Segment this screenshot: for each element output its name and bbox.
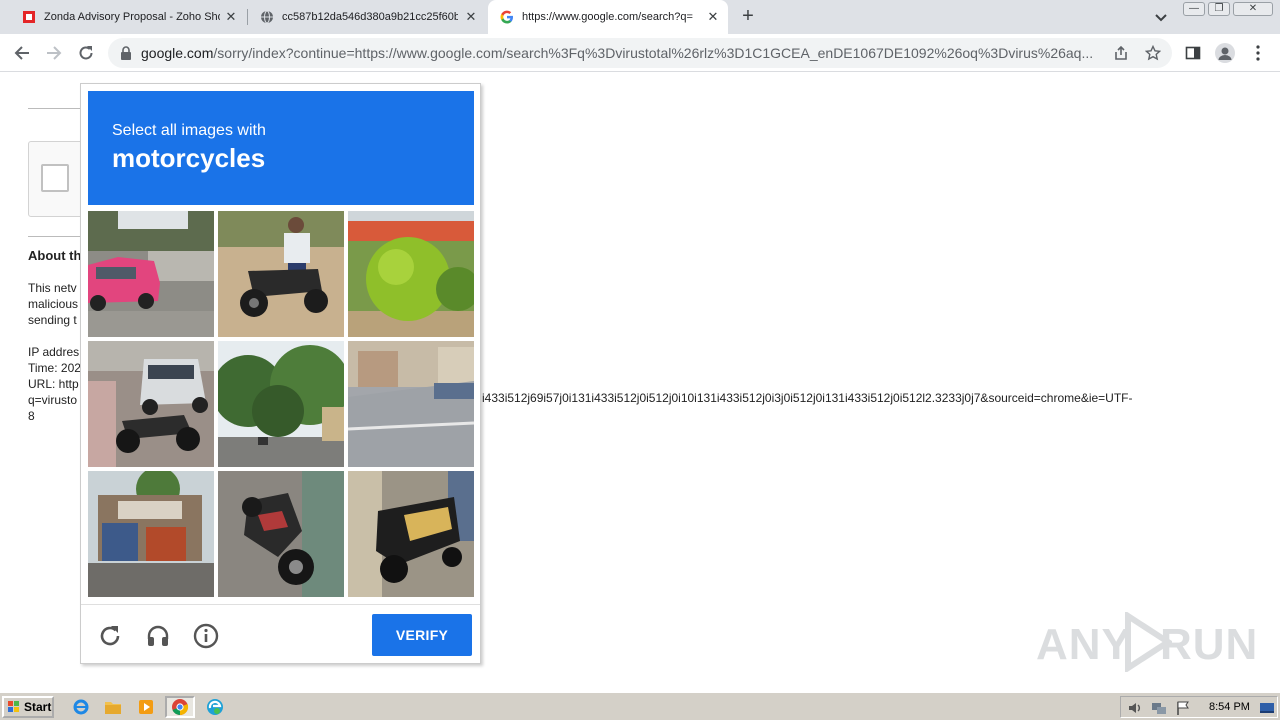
- divider: [28, 236, 80, 237]
- media-player-icon[interactable]: [135, 697, 157, 717]
- url-continuation: i433i512j69i57j0i131i433i512j0i512j0i10i…: [482, 391, 1133, 405]
- start-button[interactable]: Start: [2, 696, 54, 718]
- target-object: motorcycles: [112, 143, 266, 173]
- globe-icon: [260, 10, 274, 24]
- watermark-left: ANY: [1036, 620, 1132, 669]
- close-tab-icon[interactable]: ✕: [706, 10, 720, 24]
- headphones-icon[interactable]: [145, 623, 171, 649]
- file-explorer-icon[interactable]: [102, 697, 124, 717]
- menu-dots-icon[interactable]: [1248, 43, 1268, 63]
- internet-explorer-icon[interactable]: [70, 697, 92, 717]
- info-line: q=virusto: [28, 393, 78, 407]
- volume-icon[interactable]: [1127, 700, 1143, 716]
- challenge-header: Select all images with motorcycles: [88, 91, 474, 205]
- instruction-text: Select all images with: [112, 122, 266, 139]
- tab-title: https://www.google.com/search?q=: [522, 11, 693, 23]
- edge-icon[interactable]: [204, 697, 226, 717]
- tab-google-active[interactable]: https://www.google.com/search?q= ✕: [488, 0, 728, 34]
- info-line: Time: 202: [28, 361, 81, 375]
- forward-arrow-icon[interactable]: [44, 43, 64, 63]
- lock-icon[interactable]: [120, 46, 132, 60]
- chevron-down-icon[interactable]: [1153, 9, 1169, 25]
- recaptcha-checkbox[interactable]: [41, 164, 69, 192]
- clock: 8:54 PM: [1209, 701, 1250, 713]
- tab-zoho[interactable]: Zonda Advisory Proposal - Zoho Sho ✕: [0, 0, 246, 34]
- captcha-tile-2[interactable]: [218, 211, 344, 337]
- zoho-show-icon: [22, 10, 36, 24]
- show-desktop-icon[interactable]: [1259, 700, 1275, 716]
- captcha-tile-8[interactable]: [218, 471, 344, 597]
- network-icon[interactable]: [1151, 700, 1167, 716]
- captcha-tile-9[interactable]: [348, 471, 474, 597]
- captcha-tile-1[interactable]: [88, 211, 214, 337]
- windows-taskbar: Start 8:54 PM: [0, 692, 1280, 720]
- start-label: Start: [24, 700, 52, 714]
- minimize-button[interactable]: —: [1183, 2, 1205, 16]
- tab-title: cc587b12da546d380a9b21cc25f60b: [282, 11, 458, 23]
- anyrun-watermark: ANY RUN: [1036, 608, 1257, 674]
- tab-title: Zonda Advisory Proposal - Zoho Sho: [44, 11, 220, 23]
- tab-hash[interactable]: cc587b12da546d380a9b21cc25f60b ✕: [238, 0, 486, 34]
- reload-challenge-icon[interactable]: [97, 623, 123, 649]
- close-tab-icon[interactable]: ✕: [464, 10, 478, 24]
- verify-button[interactable]: VERIFY: [372, 614, 472, 656]
- about-heading: About th: [28, 248, 82, 263]
- close-tab-icon[interactable]: ✕: [224, 10, 238, 24]
- browser-toolbar: google.com/sorry/index?continue=https://…: [0, 34, 1280, 72]
- watermark-right: RUN: [1160, 620, 1259, 669]
- info-line: 8: [28, 409, 35, 423]
- google-g-icon: [500, 10, 514, 24]
- para-line: malicious: [28, 297, 79, 311]
- close-window-button[interactable]: ✕: [1233, 2, 1273, 16]
- recaptcha-challenge: Select all images with motorcycles VERIF…: [80, 83, 481, 664]
- recaptcha-checkbox-widget[interactable]: [28, 141, 88, 217]
- tab-strip: Zonda Advisory Proposal - Zoho Sho ✕ cc5…: [0, 0, 1280, 34]
- reload-icon[interactable]: [76, 43, 96, 63]
- para-line: sending t: [28, 313, 77, 327]
- image-grid: [88, 211, 474, 597]
- profile-avatar-icon[interactable]: [1215, 43, 1235, 63]
- captcha-tile-5[interactable]: [218, 341, 344, 467]
- captcha-tile-7[interactable]: [88, 471, 214, 597]
- system-tray: 8:54 PM: [1120, 696, 1278, 718]
- captcha-tile-4[interactable]: [88, 341, 214, 467]
- url-text[interactable]: google.com/sorry/index?continue=https://…: [141, 45, 1107, 61]
- back-arrow-icon[interactable]: [12, 43, 32, 63]
- info-line: URL: http: [28, 377, 79, 391]
- share-icon[interactable]: [1112, 44, 1130, 62]
- action-center-flag-icon[interactable]: [1175, 700, 1191, 716]
- bookmark-star-icon[interactable]: [1144, 44, 1162, 62]
- new-tab-button[interactable]: +: [738, 6, 758, 26]
- para-line: This netv: [28, 281, 77, 295]
- side-panel-icon[interactable]: [1183, 43, 1203, 63]
- restore-button[interactable]: ❐: [1208, 2, 1230, 16]
- windows-logo-icon: [8, 701, 19, 712]
- divider: [28, 108, 80, 109]
- info-icon[interactable]: [193, 623, 219, 649]
- chrome-taskbar-icon[interactable]: [165, 696, 195, 718]
- captcha-tile-3[interactable]: [348, 211, 474, 337]
- address-bar[interactable]: google.com/sorry/index?continue=https://…: [108, 38, 1172, 68]
- captcha-tile-6[interactable]: [348, 341, 474, 467]
- info-line: IP addres: [28, 345, 80, 359]
- challenge-footer: VERIFY: [81, 604, 480, 664]
